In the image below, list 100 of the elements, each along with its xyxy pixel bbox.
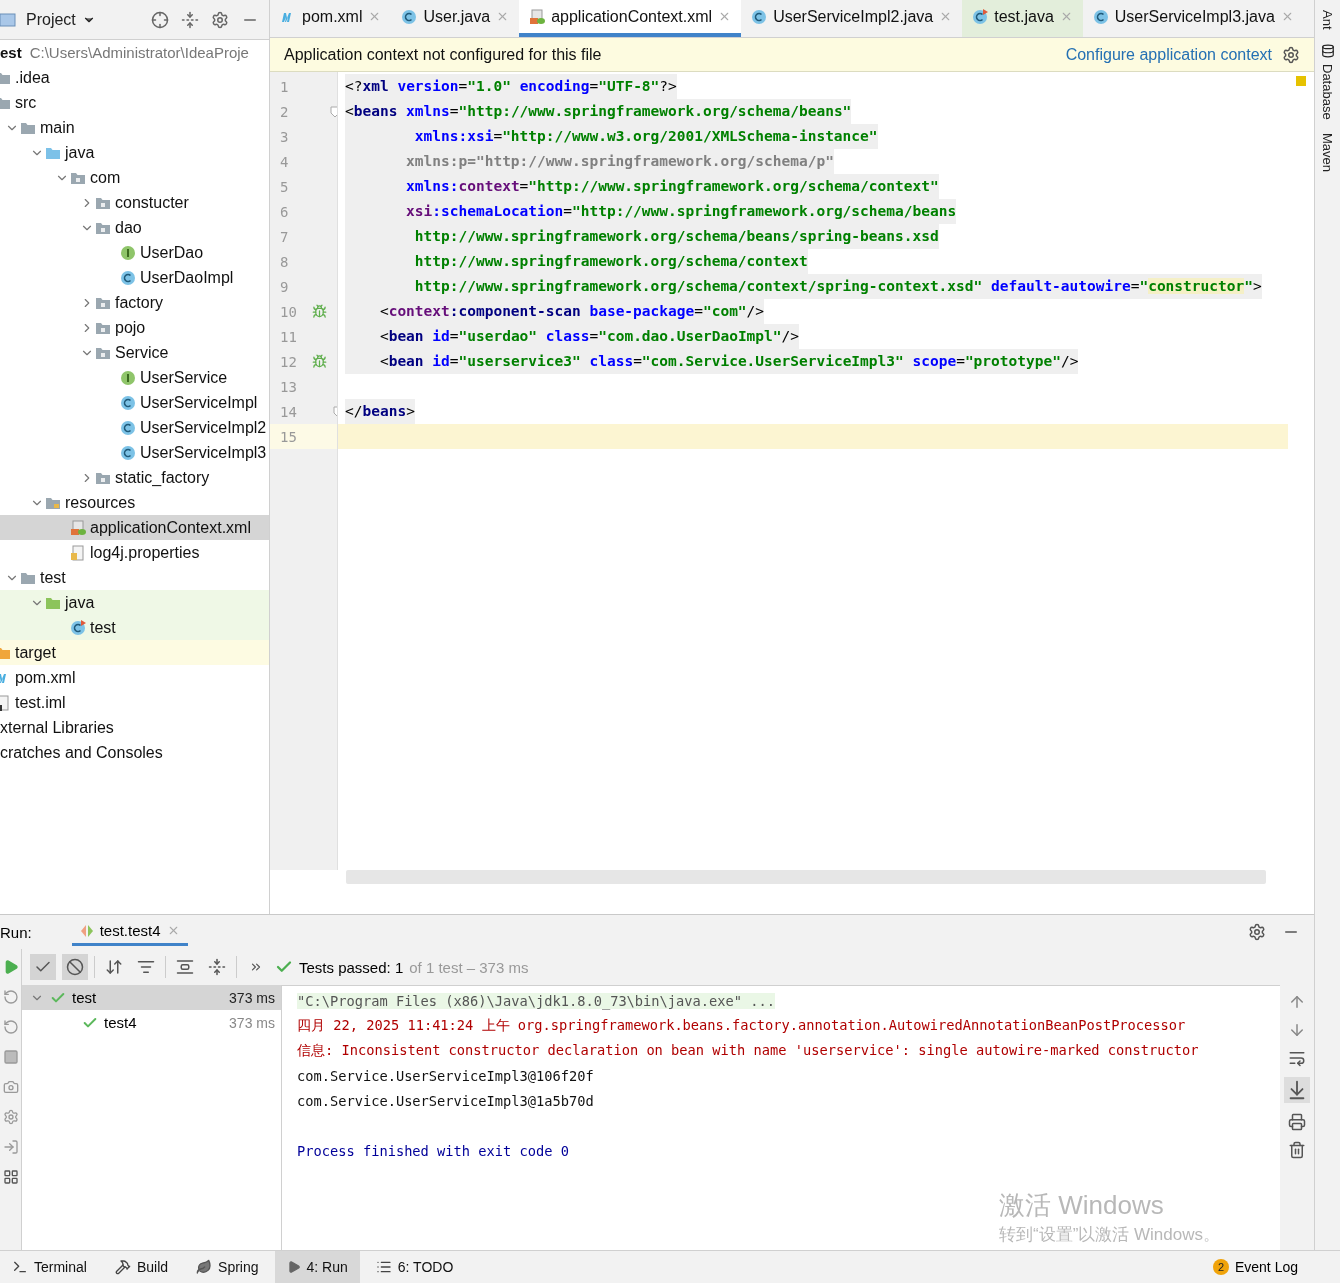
test-item[interactable]: test 373 ms [22, 985, 281, 1010]
tool-window-tab[interactable]: Spring [184, 1251, 271, 1283]
bean-icon[interactable] [312, 304, 327, 319]
bean-icon[interactable] [312, 354, 327, 369]
line-number: 4 [280, 153, 290, 170]
layout-icon[interactable] [2, 1169, 19, 1185]
tool-window-tab[interactable]: Terminal [0, 1251, 99, 1283]
show-ignored-toggle[interactable] [62, 954, 88, 980]
tool-window-button[interactable]: Maven [1320, 133, 1335, 173]
tests-status: Tests passed: 1 [299, 958, 404, 976]
tree-item[interactable]: com [0, 165, 269, 190]
collapse-icon [208, 958, 226, 976]
camera-icon[interactable] [2, 1079, 19, 1095]
line-number: 9 [280, 278, 290, 295]
configure-link[interactable]: Configure application context [1065, 45, 1272, 64]
line-number: 5 [280, 178, 290, 195]
tool-window-tab[interactable]: Build [102, 1251, 181, 1283]
settings-icon[interactable] [1248, 923, 1266, 941]
down-icon[interactable] [1288, 1021, 1306, 1039]
activation-subtitle: 转到“设置”以激活 Windows。 [999, 1224, 1220, 1246]
tool-window-tab[interactable]: 4: Run [274, 1251, 360, 1283]
up-icon[interactable] [1288, 993, 1306, 1011]
banner-message: Application context not configured for this file [284, 45, 602, 64]
hammer-icon [114, 1259, 131, 1275]
settings-icon[interactable] [1282, 45, 1300, 64]
tree-item[interactable]: UserServiceImpl [0, 390, 269, 415]
sort-icon [105, 958, 123, 976]
tree-item[interactable]: applicationContext.xml [0, 515, 269, 540]
tree-item[interactable]: UserService [0, 365, 269, 390]
tree-item[interactable]: log4j.properties [0, 540, 269, 565]
tree-item[interactable]: java [0, 590, 269, 615]
tree-item[interactable]: test.iml [0, 690, 269, 715]
console-line: com.Service.UserServiceImpl3@1a5b70d [297, 1092, 594, 1109]
properties-file-icon [70, 544, 86, 561]
tool-window-tab[interactable]: 6: TODO [363, 1251, 466, 1283]
tree-item[interactable]: pojo [0, 315, 269, 340]
tool-window-button[interactable]: Ant [1320, 10, 1335, 30]
count-badge: 2 [1212, 1259, 1229, 1275]
project-view-dropdown[interactable]: Project [24, 8, 98, 31]
line-number: 11 [280, 328, 298, 345]
rerun-failed-icon[interactable] [2, 1019, 19, 1035]
tree-item[interactable]: UserDaoImpl [0, 265, 269, 290]
tree-item[interactable]: factory [0, 290, 269, 315]
class-icon [120, 394, 136, 411]
wrap-icon[interactable] [1288, 1049, 1306, 1067]
terminal-icon [12, 1259, 28, 1275]
tree-item[interactable]: .idea [0, 65, 269, 90]
sort-icon [137, 958, 155, 976]
tree-item[interactable]: dao [0, 215, 269, 240]
import-icon[interactable] [2, 1139, 19, 1155]
tree-item[interactable]: UserDao [0, 240, 269, 265]
line-number: 6 [280, 203, 290, 220]
tree-item[interactable]: Service [0, 340, 269, 365]
delete-icon[interactable] [1288, 1141, 1306, 1159]
class-icon [120, 444, 136, 461]
list-icon [375, 1259, 392, 1275]
console-line: com.Service.UserServiceImpl3@106f20f [297, 1067, 594, 1084]
warning-marker[interactable] [1296, 76, 1306, 86]
tree-item[interactable]: constucter [0, 190, 269, 215]
tree-item[interactable]: target [0, 640, 269, 665]
tree-item[interactable]: test [0, 615, 269, 640]
run-tab[interactable]: test.test4 [71, 918, 188, 946]
tree-item[interactable]: cratches and Consoles [0, 740, 269, 765]
tree-item[interactable]: java [0, 140, 269, 165]
tree-item[interactable]: test [0, 565, 269, 590]
leaf-icon [196, 1259, 213, 1275]
line-number: 13 [280, 378, 298, 395]
tree-item[interactable]: resources [0, 490, 269, 515]
show-passed-toggle[interactable] [30, 954, 56, 980]
print-icon[interactable] [1288, 1113, 1306, 1131]
tree-item[interactable]: src [0, 90, 269, 115]
event-log-button[interactable]: 2 Event Log [1206, 1251, 1304, 1283]
scroll-end-icon[interactable] [1284, 1077, 1310, 1103]
fold-icon[interactable] [330, 105, 337, 118]
tree-item[interactable]: est C:\Users\Administrator\IdeaProje [0, 40, 269, 65]
xml-file-icon [529, 8, 546, 25]
tree-item[interactable]: static_factory [0, 465, 269, 490]
editor-tab[interactable]: test.java [962, 0, 1083, 37]
line-number: 3 [280, 128, 290, 145]
line-number: 7 [280, 228, 290, 245]
tree-item[interactable]: UserServiceImpl2 [0, 415, 269, 440]
line-number: 2 [280, 103, 290, 120]
tree-item[interactable]: UserServiceImpl3 [0, 440, 269, 465]
tool-window-button[interactable]: Database [1320, 43, 1335, 120]
rerun-icon[interactable] [2, 989, 19, 1005]
class-icon [1092, 8, 1109, 25]
fold-icon[interactable] [332, 405, 337, 418]
test-item[interactable]: test4 373 ms [22, 1010, 281, 1035]
xml-file-icon [70, 519, 86, 536]
editor-tab[interactable]: applicationContext.xml [519, 0, 742, 37]
tree-item[interactable]: main [0, 115, 269, 140]
stop-icon[interactable] [2, 1049, 19, 1065]
gear-icon[interactable] [2, 1109, 19, 1125]
line-number: 10 [280, 303, 298, 320]
class-icon [120, 419, 136, 436]
tree-item[interactable]: pom.xml [0, 665, 269, 690]
tree-item[interactable]: xternal Libraries [0, 715, 269, 740]
expand-icon [176, 958, 194, 976]
diamond-icon [79, 923, 94, 938]
scrollbar[interactable] [346, 870, 1266, 884]
